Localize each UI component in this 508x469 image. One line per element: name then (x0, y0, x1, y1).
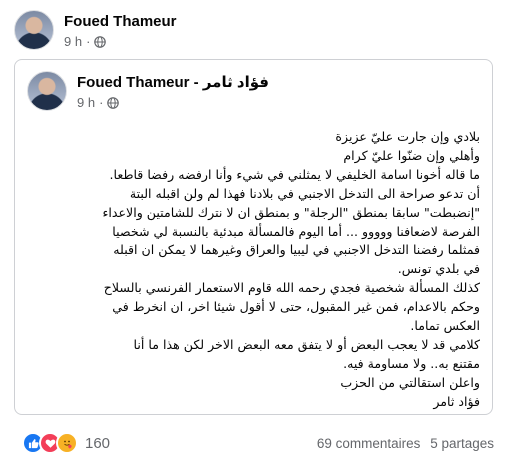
post-footer: 160 69 commentaires 5 partages (0, 428, 508, 458)
globe-icon[interactable] (94, 35, 107, 48)
shared-avatar[interactable] (27, 71, 67, 111)
avatar[interactable] (14, 10, 54, 50)
comments-count-link[interactable]: 69 commentaires (317, 436, 421, 451)
post-line: "إنضبطت" سابقا بمنطق "الرجلة" و بمنطق ان… (102, 204, 480, 220)
shared-time[interactable]: 9 h (77, 95, 95, 110)
reaction-count[interactable]: 160 (85, 435, 110, 452)
meta-separator: · (86, 34, 91, 49)
post-line: فؤاد ثامر (433, 393, 480, 409)
shares-count-link[interactable]: 5 partages (430, 436, 494, 451)
shared-meta-separator: · (99, 95, 104, 110)
post-line: مقتنع به.. ولا مساومة فيه. (343, 355, 480, 371)
shared-post-header: Foued Thameur - فؤاد ثامر 9 h · (27, 71, 269, 111)
shared-author-name[interactable]: Foued Thameur - فؤاد ثامر (77, 73, 269, 92)
post-line: ما قاله أخونا اسامة الخليفي لا يمثلني في… (109, 166, 480, 182)
shared-post-card[interactable]: Foued Thameur - فؤاد ثامر 9 h · بلادي وإ… (14, 59, 493, 415)
post-line: الفرصة لاضعافنا ووووو ... أما اليوم فالم… (112, 223, 480, 239)
post-line: واعلن استقالتي من الحزب (340, 374, 480, 390)
post-line: في بلدي تونس. (397, 261, 480, 277)
post-line: أن تدعو صراحة الى التدخل الاجنبي في بلاد… (129, 185, 480, 201)
post-stats: 69 commentaires 5 partages (311, 436, 494, 451)
post-line: كلامي قد لا يعجب البعض أو لا يتفق معه ال… (133, 336, 480, 352)
care-icon (56, 432, 78, 454)
post-line: بلادي وإن جارت عليّ عزيزة (335, 129, 480, 144)
post-header-text: Foued Thameur 9 h · (64, 10, 177, 49)
post-line: فمثلما رفضنا التدخل الاجنبي في ليبيا وال… (113, 242, 480, 258)
globe-icon[interactable] (107, 96, 120, 109)
shared-meta: 9 h · (77, 95, 269, 110)
post-line: كذلك المسألة شخصية فجدي رحمه الله قاوم ا… (103, 280, 480, 296)
post-line: العكس تماما. (410, 318, 480, 334)
shared-header-text: Foued Thameur - فؤاد ثامر 9 h · (77, 71, 269, 110)
post-line: وحكم بالاعدام، فمن غير المقبول، حتى لا أ… (112, 299, 480, 315)
post-time[interactable]: 9 h (64, 34, 82, 49)
post-body: بلادي وإن جارت عليّ عزيزة وأهلي وإن ضنّو… (32, 128, 480, 412)
post-header: Foued Thameur 9 h · (14, 10, 177, 50)
post-author-name[interactable]: Foued Thameur (64, 12, 177, 31)
reactions-summary[interactable]: 160 (22, 432, 110, 454)
post-meta: 9 h · (64, 34, 177, 49)
post-line: وأهلي وإن ضنّوا عليّ كرام (343, 147, 480, 163)
